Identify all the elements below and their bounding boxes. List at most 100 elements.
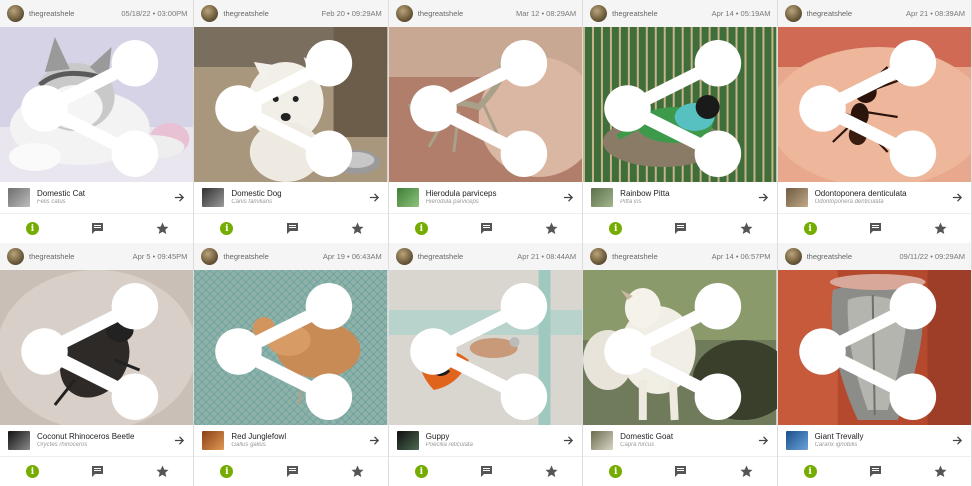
share-icon[interactable]	[389, 31, 575, 182]
observation-photo[interactable]	[194, 270, 388, 425]
avatar[interactable]	[590, 248, 608, 265]
observation-card[interactable]: thegreatshele Feb 20 • 09:29AM Domestic …	[194, 0, 389, 243]
share-icon[interactable]	[778, 274, 964, 425]
arrow-right-icon[interactable]	[174, 435, 185, 446]
comment-icon[interactable]	[91, 465, 104, 478]
share-icon[interactable]	[583, 274, 769, 425]
observation-photo[interactable]	[583, 27, 777, 182]
avatar[interactable]	[395, 5, 413, 22]
observation-card[interactable]: thegreatshele Apr 5 • 09:45PM Coconut Rh…	[0, 243, 195, 486]
avatar[interactable]	[395, 248, 413, 265]
observation-card[interactable]: thegreatshele 09/11/22 • 09:29AM Giant T…	[777, 243, 972, 486]
arrow-right-icon[interactable]	[758, 435, 769, 446]
info-icon[interactable]: i	[414, 465, 428, 478]
info-icon[interactable]: i	[803, 222, 817, 235]
share-icon[interactable]	[0, 274, 186, 425]
identification-row[interactable]: Domestic Goat Capra hircus	[583, 425, 777, 455]
star-icon[interactable]	[351, 222, 364, 235]
observation-card[interactable]: thegreatshele Apr 21 • 08:44AM Guppy Poe…	[388, 243, 584, 486]
observation-card[interactable]: thegreatshele Apr 19 • 06:43AM Red Jungl…	[194, 243, 389, 486]
username[interactable]: thegreatshele	[29, 9, 121, 18]
observation-photo[interactable]	[0, 27, 194, 182]
identification-row[interactable]: Giant Trevally Caranx ignobilis	[777, 425, 971, 455]
star-icon[interactable]	[156, 465, 169, 478]
identification-row[interactable]: Domestic Dog Canis familiaris	[194, 182, 388, 212]
observation-card[interactable]: thegreatshele Apr 14 • 05:19AM Rainbow P…	[583, 0, 778, 243]
info-icon[interactable]: i	[609, 465, 623, 478]
avatar[interactable]	[201, 248, 219, 265]
username[interactable]: thegreatshele	[418, 9, 516, 18]
arrow-right-icon[interactable]	[952, 192, 963, 203]
identification-row[interactable]: Coconut Rhinoceros Beetle Oryctes rhinoc…	[0, 425, 194, 455]
arrow-right-icon[interactable]	[369, 192, 380, 203]
info-icon[interactable]: i	[414, 222, 428, 235]
comment-icon[interactable]	[674, 222, 687, 235]
observation-card[interactable]: thegreatshele Apr 21 • 08:39AM Odontopon…	[777, 0, 972, 243]
comment-icon[interactable]	[286, 465, 299, 478]
star-icon[interactable]	[156, 222, 169, 235]
star-icon[interactable]	[740, 465, 753, 478]
comment-icon[interactable]	[480, 222, 493, 235]
info-icon[interactable]: i	[220, 222, 234, 235]
observation-card[interactable]: thegreatshele 05/18/22 • 03:00PM Domesti…	[0, 0, 195, 243]
identification-row[interactable]: Domestic Cat Felis catus	[0, 182, 194, 212]
info-icon[interactable]: i	[803, 465, 817, 478]
comment-icon[interactable]	[91, 222, 104, 235]
username[interactable]: thegreatshele	[418, 252, 517, 261]
comment-icon[interactable]	[869, 465, 882, 478]
avatar[interactable]	[590, 5, 608, 22]
username[interactable]: thegreatshele	[223, 252, 322, 261]
username[interactable]: thegreatshele	[807, 9, 906, 18]
observation-photo[interactable]	[777, 27, 971, 182]
observation-card[interactable]: thegreatshele Mar 12 • 08:29AM Hierodula…	[388, 0, 584, 243]
comment-icon[interactable]	[674, 465, 687, 478]
arrow-right-icon[interactable]	[369, 435, 380, 446]
username[interactable]: thegreatshele	[612, 252, 711, 261]
avatar[interactable]	[201, 5, 219, 22]
observation-photo[interactable]	[194, 27, 388, 182]
identification-row[interactable]: Hierodula parviceps Hierodula parviceps	[388, 182, 583, 212]
avatar[interactable]	[784, 248, 802, 265]
arrow-right-icon[interactable]	[952, 435, 963, 446]
star-icon[interactable]	[545, 465, 558, 478]
identification-row[interactable]: Odontoponera denticulata Odontoponera de…	[777, 182, 971, 212]
avatar[interactable]	[7, 5, 24, 22]
share-icon[interactable]	[778, 31, 964, 182]
observation-card[interactable]: thegreatshele Apr 14 • 06:57PM Domestic …	[583, 243, 778, 486]
comment-icon[interactable]	[869, 222, 882, 235]
observation-photo[interactable]	[388, 270, 583, 425]
username[interactable]: thegreatshele	[612, 9, 711, 18]
info-icon[interactable]: i	[609, 222, 623, 235]
identification-row[interactable]: Rainbow Pitta Pitta iris	[583, 182, 777, 212]
avatar[interactable]	[784, 5, 802, 22]
star-icon[interactable]	[545, 222, 558, 235]
info-icon[interactable]: i	[26, 222, 39, 235]
username[interactable]: thegreatshele	[223, 9, 321, 18]
star-icon[interactable]	[934, 222, 947, 235]
share-icon[interactable]	[389, 274, 575, 425]
comment-icon[interactable]	[286, 222, 299, 235]
info-icon[interactable]: i	[26, 465, 39, 478]
identification-row[interactable]: Red Junglefowl Gallus gallus	[194, 425, 388, 455]
share-icon[interactable]	[0, 31, 186, 182]
observation-photo[interactable]	[777, 270, 971, 425]
arrow-right-icon[interactable]	[174, 192, 185, 203]
avatar[interactable]	[7, 248, 24, 265]
arrow-right-icon[interactable]	[563, 192, 574, 203]
observation-photo[interactable]	[583, 270, 777, 425]
username[interactable]: thegreatshele	[29, 252, 133, 261]
share-icon[interactable]	[583, 31, 769, 182]
identification-row[interactable]: Guppy Poecilia reticulata	[388, 425, 583, 455]
share-icon[interactable]	[194, 274, 380, 425]
arrow-right-icon[interactable]	[758, 192, 769, 203]
observation-photo[interactable]	[0, 270, 194, 425]
info-icon[interactable]: i	[220, 465, 234, 478]
star-icon[interactable]	[934, 465, 947, 478]
username[interactable]: thegreatshele	[807, 252, 900, 261]
star-icon[interactable]	[351, 465, 364, 478]
star-icon[interactable]	[740, 222, 753, 235]
arrow-right-icon[interactable]	[563, 435, 574, 446]
share-icon[interactable]	[194, 31, 380, 182]
observation-photo[interactable]	[388, 27, 583, 182]
comment-icon[interactable]	[480, 465, 493, 478]
